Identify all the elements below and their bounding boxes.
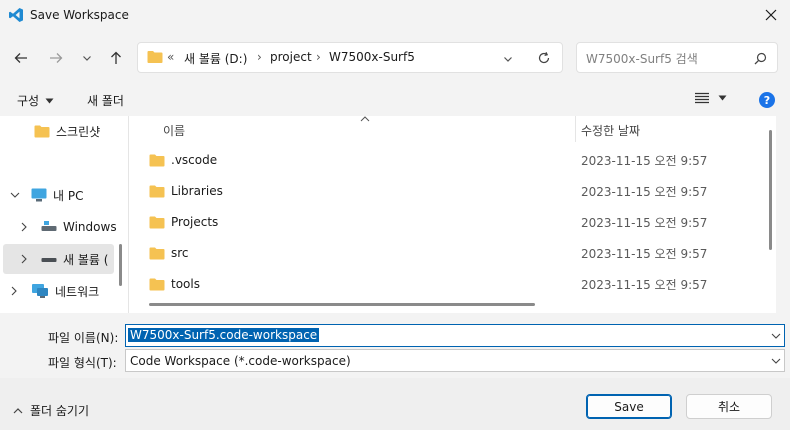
file-row[interactable]: Libraries 2023-11-15 오전 9:57 (149, 177, 749, 205)
filename-field[interactable]: W7500x-Surf5.code-workspace (125, 324, 785, 347)
nav-scrollbar-thumb[interactable] (119, 244, 122, 286)
nav-item-label: 내 PC (53, 188, 84, 203)
vscode-icon (9, 8, 23, 22)
back-button[interactable] (7, 44, 35, 72)
search-input[interactable]: W7500x-Surf5 검색 (586, 50, 698, 67)
search-icon[interactable] (754, 52, 767, 65)
file-name: Projects (171, 215, 219, 229)
sort-ascending-icon (360, 116, 370, 122)
folder-icon (149, 216, 165, 228)
folder-icon (149, 278, 165, 290)
column-header-modified[interactable]: 수정한 날짜 (581, 122, 640, 139)
crumb-drive[interactable]: 새 볼륨 (D:) (184, 50, 247, 67)
file-modified: 2023-11-15 오전 9:57 (581, 246, 708, 261)
title-bar: Save Workspace (0, 0, 790, 30)
folder-icon (34, 125, 50, 137)
chevron-down-icon[interactable] (502, 53, 514, 65)
hide-folders-button[interactable]: 폴더 숨기기 (13, 402, 89, 419)
file-row[interactable]: src 2023-11-15 오전 9:57 (149, 239, 749, 267)
overflow-chevron[interactable]: « (167, 50, 174, 64)
file-row[interactable]: Projects 2023-11-15 오전 9:57 (149, 208, 749, 236)
chevron-right-icon[interactable] (20, 254, 28, 264)
drive-icon (41, 258, 57, 262)
nav-item-label: 스크린샷 (56, 124, 101, 139)
chevron-down-icon[interactable] (10, 191, 20, 199)
file-modified: 2023-11-15 오전 9:57 (581, 277, 708, 292)
navigation-pane: 스크린샷 내 PC Windows 새 볼륨 ( 네트워크 (0, 116, 128, 313)
filetype-value: Code Workspace (*.code-workspace) (130, 354, 351, 368)
filename-label: 파일 이름(N): (48, 331, 119, 345)
filename-input[interactable]: W7500x-Surf5.code-workspace (128, 328, 320, 342)
crumb-project[interactable]: project (270, 50, 312, 64)
crumb-separator: › (257, 50, 262, 64)
nav-item-screenshots[interactable]: 스크린샷 (34, 117, 100, 145)
nav-item-label: 네트워크 (55, 284, 100, 299)
arrow-up-icon (111, 51, 121, 64)
filetype-select[interactable]: Code Workspace (*.code-workspace) (125, 349, 785, 372)
nav-item-label: Windows (63, 220, 117, 234)
folder-icon (149, 185, 165, 197)
file-modified: 2023-11-15 오전 9:57 (581, 215, 708, 230)
filetype-label: 파일 형식(T): (48, 356, 117, 370)
save-button[interactable]: Save (586, 394, 672, 419)
pc-icon (31, 188, 47, 202)
organize-menu[interactable]: 구성 (17, 92, 54, 109)
address-bar[interactable]: « 새 볼륨 (D:) › project › W7500x-Surf5 (137, 42, 563, 73)
details-view-icon (695, 92, 709, 104)
refresh-icon[interactable] (537, 51, 551, 65)
file-modified: 2023-11-15 오전 9:57 (581, 153, 708, 168)
file-list: 이름 수정한 날짜 .vscode 2023-11-15 오전 9:57 Lib… (128, 116, 776, 313)
forward-button[interactable] (42, 44, 70, 72)
folder-icon (147, 51, 163, 63)
file-row[interactable]: tools 2023-11-15 오전 9:57 (149, 270, 749, 298)
nav-item-windows-drive[interactable]: Windows (20, 213, 117, 241)
column-header-name[interactable]: 이름 (163, 122, 185, 139)
search-box[interactable]: W7500x-Surf5 검색 (576, 42, 778, 73)
chevron-down-icon (83, 56, 91, 61)
folder-icon (149, 154, 165, 166)
view-options-button[interactable] (695, 92, 727, 104)
hide-folders-label: 폴더 숨기기 (30, 404, 90, 418)
chevron-down-icon[interactable] (771, 332, 781, 340)
chevron-right-icon[interactable] (20, 222, 28, 232)
drive-icon (41, 221, 57, 231)
help-icon[interactable]: ? (759, 92, 775, 108)
file-modified: 2023-11-15 오전 9:57 (581, 184, 708, 199)
nav-item-label: 새 볼륨 ( (63, 252, 109, 267)
file-name: tools (171, 277, 200, 291)
chevron-up-icon (13, 407, 23, 413)
crumb-current[interactable]: W7500x-Surf5 (329, 50, 415, 64)
file-name: .vscode (171, 153, 218, 167)
organize-label: 구성 (17, 94, 40, 108)
recent-locations-button[interactable] (73, 44, 101, 72)
arrow-left-icon (14, 53, 27, 63)
nav-item-network[interactable]: 네트워크 (10, 277, 99, 305)
crumb-separator: › (316, 50, 321, 64)
column-divider[interactable] (575, 116, 576, 142)
file-row[interactable]: .vscode 2023-11-15 오전 9:57 (149, 146, 749, 174)
vertical-scrollbar-thumb[interactable] (769, 130, 772, 250)
up-button[interactable] (102, 44, 130, 72)
network-icon (32, 284, 48, 298)
caret-down-icon (45, 98, 54, 103)
nav-item-this-pc[interactable]: 내 PC (10, 181, 83, 209)
cancel-button[interactable]: 취소 (686, 394, 772, 419)
new-folder-button[interactable]: 새 폴더 (87, 92, 124, 109)
file-name: Libraries (171, 184, 223, 198)
close-icon (765, 9, 777, 21)
nav-item-new-volume[interactable]: 새 볼륨 ( (20, 245, 108, 273)
caret-down-icon (718, 95, 727, 101)
chevron-right-icon[interactable] (10, 286, 18, 296)
arrow-right-icon (50, 53, 63, 63)
chevron-down-icon[interactable] (771, 357, 781, 365)
folder-icon (149, 247, 165, 259)
window-title: Save Workspace (30, 8, 129, 22)
close-button[interactable] (752, 0, 790, 30)
horizontal-scrollbar-thumb[interactable] (149, 303, 535, 306)
file-name: src (171, 246, 189, 260)
